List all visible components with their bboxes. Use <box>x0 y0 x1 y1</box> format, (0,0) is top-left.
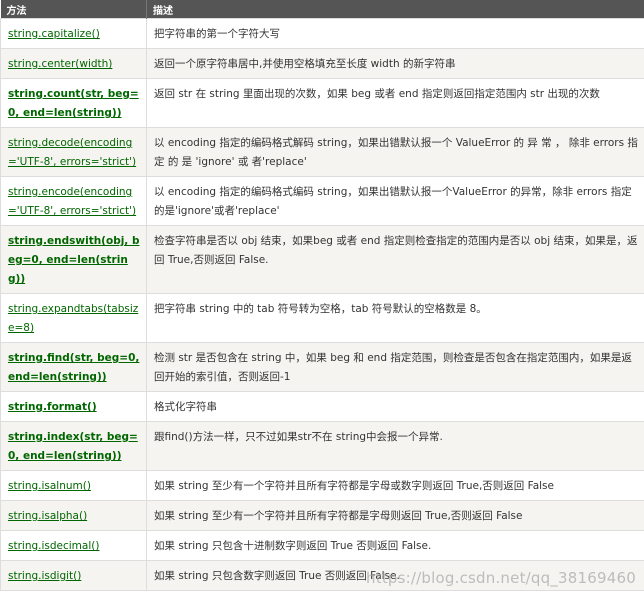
table-row: string.find(str, beg=0, end=len(string))… <box>0 342 644 392</box>
description-cell: 如果 string 至少有一个字符并且所有字符都是字母则返回 True,否则返回… <box>146 500 644 531</box>
description-cell: 把字符串的第一个字符大写 <box>146 18 644 49</box>
table-row: string.capitalize() 把字符串的第一个字符大写 <box>0 18 644 49</box>
method-link[interactable]: string.endswith(obj, beg=0, end=len(stri… <box>8 235 139 285</box>
description-cell: 跟find()方法一样，只不过如果str不在 string中会报一个异常. <box>146 421 644 471</box>
method-cell: string.isalnum() <box>0 470 147 501</box>
table-row: string.index(str, beg=0, end=len(string)… <box>0 421 644 471</box>
method-link[interactable]: string.isalpha() <box>8 510 87 522</box>
method-cell: string.isdecimal() <box>0 530 147 561</box>
description-cell: 格式化字符串 <box>146 391 644 422</box>
table-header: 方法 描述 <box>0 0 644 19</box>
method-cell: string.isalpha() <box>0 500 147 531</box>
header-method: 方法 <box>0 0 147 19</box>
table-row: string.count(str, beg=0, end=len(string)… <box>0 78 644 128</box>
method-link[interactable]: string.isalnum() <box>8 480 91 492</box>
method-link[interactable]: string.capitalize() <box>8 28 100 40</box>
watermark: https://blog.csdn.net/qq_38169460 <box>366 569 636 587</box>
description-cell: 如果 string 只包含十进制数字则返回 True 否则返回 False. <box>146 530 644 561</box>
table-row: string.decode(encoding='UTF-8', errors='… <box>0 127 644 177</box>
table-row: string.encode(encoding='UTF-8', errors='… <box>0 176 644 226</box>
header-row: 方法 描述 <box>0 0 644 19</box>
table-body: string.capitalize() 把字符串的第一个字符大写 string.ce… <box>0 18 644 591</box>
method-cell: string.find(str, beg=0, end=len(string)) <box>0 342 147 392</box>
method-cell: string.format() <box>0 391 147 422</box>
method-link[interactable]: string.index(str, beg=0, end=len(string)… <box>8 431 138 462</box>
table-row: string.center(width) 返回一个原字符串居中,并使用空格填充至长… <box>0 48 644 79</box>
description-cell: 检查字符串是否以 obj 结束，如果beg 或者 end 指定则检查指定的范围内… <box>146 225 644 294</box>
method-cell: string.capitalize() <box>0 18 147 49</box>
table-row: string.isdecimal() 如果 string 只包含十进制数字则返回 … <box>0 530 644 561</box>
screenshot: 方法 描述 string.capitalize() 把字符串的第一个字符大写 str… <box>0 0 644 595</box>
description-cell: 返回一个原字符串居中,并使用空格填充至长度 width 的新字符串 <box>146 48 644 79</box>
table-row: string.isalnum() 如果 string 至少有一个字符并且所有字符都… <box>0 470 644 501</box>
method-cell: string.endswith(obj, beg=0, end=len(stri… <box>0 225 147 294</box>
description-cell: 以 encoding 指定的编码格式解码 string，如果出错默认报一个 Va… <box>146 127 644 177</box>
description-cell: 以 encoding 指定的编码格式编码 string，如果出错默认报一个Val… <box>146 176 644 226</box>
string-methods-table: 方法 描述 string.capitalize() 把字符串的第一个字符大写 str… <box>0 0 644 591</box>
description-cell: 如果 string 至少有一个字符并且所有字符都是字母或数字则返回 True,否… <box>146 470 644 501</box>
table-row: string.expandtabs(tabsize=8) 把字符串 string … <box>0 293 644 343</box>
method-cell: string.center(width) <box>0 48 147 79</box>
method-cell: string.decode(encoding='UTF-8', errors='… <box>0 127 147 177</box>
description-cell: 检测 str 是否包含在 string 中，如果 beg 和 end 指定范围，… <box>146 342 644 392</box>
description-cell: 返回 str 在 string 里面出现的次数，如果 beg 或者 end 指定… <box>146 78 644 128</box>
method-link[interactable]: string.find(str, beg=0, end=len(string)) <box>8 352 139 383</box>
method-cell: string.count(str, beg=0, end=len(string)… <box>0 78 147 128</box>
method-cell: string.index(str, beg=0, end=len(string)… <box>0 421 147 471</box>
method-link[interactable]: string.decode(encoding='UTF-8', errors='… <box>8 137 136 168</box>
method-cell: string.encode(encoding='UTF-8', errors='… <box>0 176 147 226</box>
method-cell: string.expandtabs(tabsize=8) <box>0 293 147 343</box>
method-link[interactable]: string.expandtabs(tabsize=8) <box>8 303 138 334</box>
method-cell: string.isdigit() <box>0 560 147 591</box>
header-description: 描述 <box>146 0 644 19</box>
method-link[interactable]: string.isdigit() <box>8 570 81 582</box>
description-cell: 把字符串 string 中的 tab 符号转为空格，tab 符号默认的空格数是 … <box>146 293 644 343</box>
method-link[interactable]: string.isdecimal() <box>8 540 99 552</box>
method-link[interactable]: string.count(str, beg=0, end=len(string)… <box>8 88 139 119</box>
method-link[interactable]: string.format() <box>8 401 97 413</box>
table-row: string.format() 格式化字符串 <box>0 391 644 422</box>
method-link[interactable]: string.encode(encoding='UTF-8', errors='… <box>8 186 136 217</box>
method-link[interactable]: string.center(width) <box>8 58 112 70</box>
table-row: string.isalpha() 如果 string 至少有一个字符并且所有字符都… <box>0 500 644 531</box>
table-row: string.endswith(obj, beg=0, end=len(stri… <box>0 225 644 294</box>
